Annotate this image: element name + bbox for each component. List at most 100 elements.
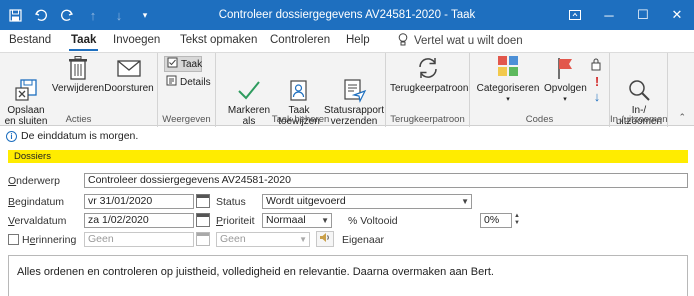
flag-icon [544, 55, 586, 81]
group-terugkeerpatroon: Terugkeerpatroon Terugkeerpatroon [386, 53, 470, 127]
task-body-text: Alles ordenen en controleren op juisthei… [17, 266, 494, 278]
tab-help[interactable]: Help [346, 34, 370, 46]
calendar-icon[interactable] [196, 232, 210, 246]
priority-select[interactable]: Normaal ▼ [262, 213, 332, 228]
info-text: De einddatum is morgen. [21, 130, 139, 142]
tab-taak[interactable]: Taak [68, 34, 99, 51]
low-importance-icon[interactable]: ↓ [590, 89, 604, 104]
mark-complete-button[interactable]: Markeren als voltooid [224, 55, 274, 138]
ribbon-display-options-icon[interactable] [558, 0, 592, 30]
subject-label: Onderwerp [8, 175, 60, 187]
followup-button[interactable]: Opvolgen ▾ [544, 55, 587, 105]
group-weergeven-label: Weergeven [162, 114, 211, 125]
owner-label: Eigenaar [342, 234, 385, 246]
group-zoom: In-/ uitzoomen In-/uitzoomen [610, 53, 668, 127]
ribbon: Opslaan en sluiten Verwijderen Doorsture… [0, 52, 694, 138]
calendar-icon[interactable] [196, 213, 210, 227]
percent-complete-input[interactable]: 0% [480, 213, 512, 228]
group-taak-beheren-label: Taak beheren [271, 114, 330, 125]
forward-label: Doorsturen [104, 83, 154, 94]
chevron-down-icon: ▾ [506, 96, 510, 103]
forward-mail-icon [104, 55, 154, 81]
due-date-input[interactable]: za 1/02/2020 [84, 213, 194, 228]
chevron-down-icon: ▼ [461, 197, 469, 206]
customize-qat-icon[interactable]: ▾ [136, 6, 154, 24]
status-select[interactable]: Wordt uitgevoerd ▼ [262, 194, 472, 209]
arrow-up-icon: ↑ [89, 7, 97, 23]
categorize-button[interactable]: Categoriseren ▾ [476, 55, 540, 105]
close-icon[interactable]: ✕ [660, 0, 694, 30]
undo-icon[interactable] [32, 6, 50, 24]
group-weergeven: Taak Details Weergeven [158, 53, 216, 127]
redo-icon[interactable] [58, 6, 76, 24]
task-body[interactable]: Alles ordenen en controleren op juisthei… [8, 255, 688, 296]
minimize-icon[interactable]: ─ [592, 0, 626, 30]
magnifier-icon [612, 66, 666, 101]
tell-me-box[interactable]: Vertel wat u wilt doen [398, 33, 523, 49]
arrow-down-icon: ↓ [115, 7, 123, 23]
group-terugkeerpatroon-label: Terugkeerpatroon [390, 114, 465, 125]
recurrence-button[interactable]: Terugkeerpatroon [390, 55, 469, 94]
delete-button[interactable]: Verwijderen [50, 55, 106, 94]
percent-spinner[interactable]: ▲ ▼ [513, 213, 521, 228]
ribbon-tabs: Bestand Taak Invoegen Tekst opmaken Cont… [0, 30, 694, 52]
chevron-down-icon: ▼ [299, 235, 307, 244]
forward-button[interactable]: Doorsturen [104, 55, 154, 94]
lightbulb-icon [398, 33, 408, 49]
collapse-ribbon-icon[interactable]: ⌃ [678, 112, 686, 123]
calendar-icon[interactable] [196, 194, 210, 208]
tab-tekst-opmaken[interactable]: Tekst opmaken [180, 34, 257, 46]
maximize-icon[interactable]: ☐ [626, 0, 660, 30]
assign-task-icon [276, 66, 322, 101]
priority-value: Normaal [266, 214, 306, 226]
window-controls: ─ ☐ ✕ [558, 0, 694, 30]
start-date-label: Begindatum [8, 196, 65, 208]
delete-label: Verwijderen [51, 83, 105, 94]
codes-small-icons: ! ↓ [590, 57, 604, 104]
status-report-icon [324, 66, 384, 103]
task-view-icon [167, 57, 178, 71]
speaker-icon [319, 232, 331, 246]
group-acties: Opslaan en sluiten Verwijderen Doorsture… [0, 53, 158, 127]
checkmark-icon [224, 66, 274, 100]
view-details-button[interactable]: Details [166, 75, 211, 89]
details-icon [166, 75, 177, 89]
reminder-label: Herinnering [22, 234, 77, 246]
tab-bestand[interactable]: Bestand [9, 34, 51, 46]
status-value: Wordt uitgevoerd [266, 195, 346, 207]
chevron-down-icon: ▾ [563, 96, 567, 103]
view-task-button[interactable]: Taak [164, 56, 202, 72]
lock-icon[interactable] [590, 57, 604, 74]
categorize-icon [476, 55, 540, 81]
group-taak-beheren: Markeren als voltooid Taak toewijzen Sta… [216, 53, 386, 138]
quick-access-toolbar: ↑ ↓ ▾ [6, 6, 154, 24]
high-importance-icon[interactable]: ! [590, 74, 604, 89]
subject-input[interactable]: Controleer dossiergegevens AV24581-2020 [84, 173, 688, 188]
category-bar[interactable]: Dossiers [8, 150, 688, 163]
recurrence-label: Terugkeerpatroon [390, 83, 469, 94]
due-date-label: Vervaldatum [8, 215, 67, 227]
reminder-checkbox[interactable] [8, 234, 19, 245]
tab-invoegen[interactable]: Invoegen [113, 34, 160, 46]
reminder-date-input[interactable]: Geen [84, 232, 194, 247]
info-icon: i [6, 130, 17, 142]
chevron-down-icon: ▼ [321, 216, 329, 225]
reminder-sound-button[interactable] [316, 231, 334, 247]
start-date-input[interactable]: vr 31/01/2020 [84, 194, 194, 209]
categorize-label: Categoriseren [476, 83, 540, 94]
percent-complete-label: % Voltooid [348, 215, 398, 227]
info-bar: i De einddatum is morgen. [0, 127, 694, 145]
reminder-time-select[interactable]: Geen ▼ [216, 232, 310, 247]
save-icon[interactable] [6, 6, 24, 24]
group-acties-label: Acties [65, 114, 92, 125]
reminder-time-value: Geen [220, 233, 246, 245]
trash-icon [50, 55, 106, 81]
save-close-icon [4, 66, 48, 101]
group-codes: Categoriseren ▾ Opvolgen ▾ ! ↓ Codes [470, 53, 610, 127]
group-codes-label: Codes [525, 114, 554, 125]
view-details-label: Details [180, 76, 211, 88]
tab-controleren[interactable]: Controleren [270, 34, 330, 46]
group-zoom-label: In-/uitzoomen [610, 114, 668, 125]
priority-label: Prioriteit [216, 215, 255, 227]
view-task-label: Taak [181, 58, 203, 70]
